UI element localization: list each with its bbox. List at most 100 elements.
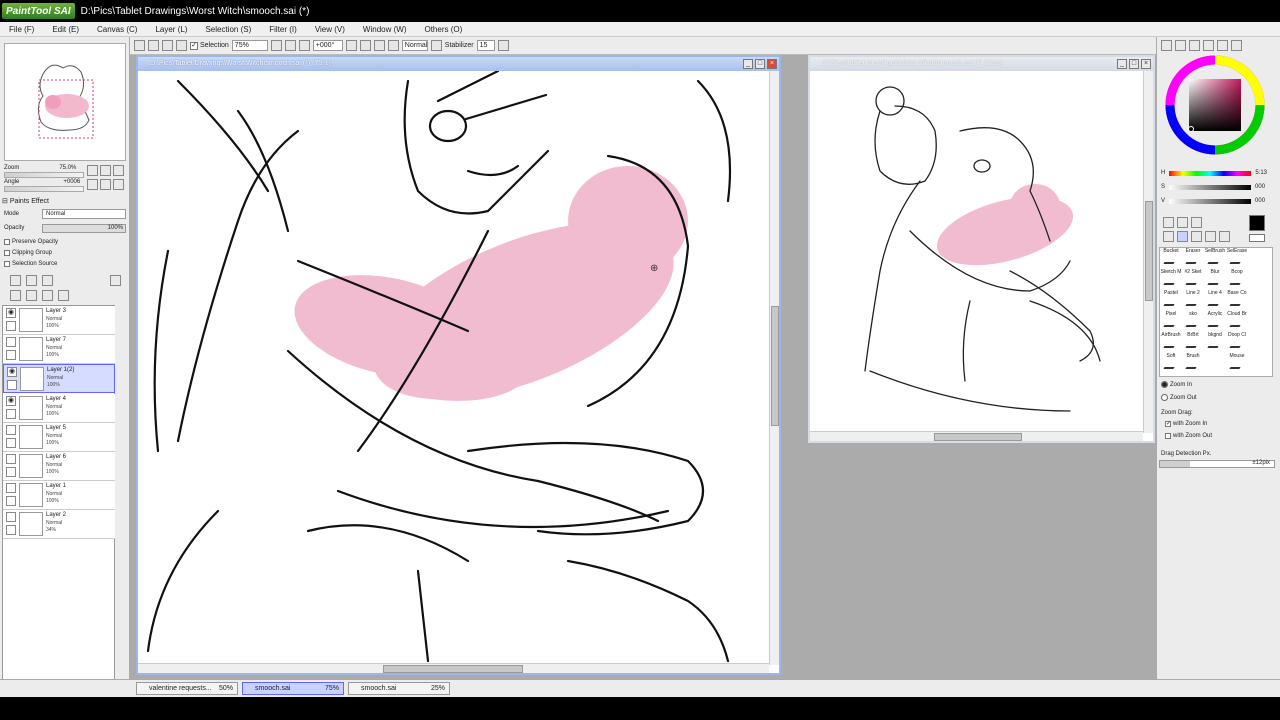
eye-icon[interactable]: ◉	[7, 367, 17, 377]
menu-file[interactable]: File (F)	[0, 25, 43, 34]
nav-rotate-right-icon[interactable]	[100, 179, 111, 190]
tab-valentine-requests[interactable]: valentine requests... 50%	[136, 682, 238, 695]
selection-toggle[interactable]: ✓ Selection	[190, 41, 229, 50]
layer-item-layer-5[interactable]: Layer 5 Normal 100%	[3, 423, 115, 452]
brush-acrylic[interactable]: Acrylic	[1204, 311, 1226, 332]
color-wheel[interactable]	[1165, 55, 1265, 155]
rotate-reset-icon[interactable]	[373, 40, 385, 51]
zoom-field[interactable]: 75%	[231, 40, 268, 51]
stabilizer-icon[interactable]	[430, 40, 442, 51]
brush-2-sket[interactable]: #2 Sket	[1182, 269, 1204, 290]
eye-icon[interactable]	[6, 512, 16, 522]
maximize-icon[interactable]: □	[1129, 59, 1139, 69]
menu-filter[interactable]: Filter (I)	[260, 25, 306, 34]
maximize-icon[interactable]: □	[755, 59, 765, 69]
nav-zoom-reset-icon[interactable]	[113, 165, 124, 176]
clear-layer-icon[interactable]	[42, 290, 53, 301]
clipping-group-toggle[interactable]: Clipping Group	[4, 250, 52, 256]
stabilizer-field[interactable]: 15	[476, 40, 495, 51]
eye-icon[interactable]: ◉	[6, 308, 16, 318]
secondary-color-swatch[interactable]	[1249, 234, 1265, 242]
layer-panel-menu-icon[interactable]	[110, 275, 121, 286]
drag-detection-slider[interactable]: ±12pix	[1159, 460, 1275, 468]
brush-line-2[interactable]: Line 2	[1182, 290, 1204, 311]
layer-item-layer-6[interactable]: Layer 6 Normal 100%	[3, 452, 115, 481]
transfer-down-icon[interactable]	[10, 290, 21, 301]
nav-angle-slider[interactable]	[4, 186, 84, 192]
drawing-canvas[interactable]: ⊕	[138, 71, 769, 665]
zoom-in-option[interactable]: Zoom In	[1161, 381, 1192, 388]
menu-canvas[interactable]: Canvas (C)	[88, 25, 146, 34]
stabilizer-dropdown-icon[interactable]	[497, 40, 509, 51]
brush-pastel[interactable]: Pastel	[1160, 290, 1182, 311]
brush-empty-slot[interactable]	[1204, 353, 1226, 374]
layer-item-layer-7[interactable]: Layer 7 Normal 100%	[3, 335, 115, 364]
magic-wand-icon[interactable]	[1191, 217, 1202, 228]
secondary-vscroll-thumb[interactable]	[1145, 201, 1153, 301]
scratchpad-tab-icon[interactable]	[1217, 40, 1228, 51]
zoom-in-icon[interactable]	[284, 40, 296, 51]
brush-pixel[interactable]: Pixel	[1160, 311, 1182, 332]
rotate-left-icon[interactable]	[345, 40, 357, 51]
brush-bcop[interactable]: Bcop	[1226, 269, 1248, 290]
nav-zoom-slider[interactable]	[4, 172, 84, 178]
nav-zoom-out-icon[interactable]	[87, 165, 98, 176]
secondary-hscroll-thumb[interactable]	[934, 433, 1022, 441]
brush-blur[interactable]: Blur	[1204, 269, 1226, 290]
invert-selection-icon[interactable]	[162, 40, 173, 51]
mode-select[interactable]: Normal	[42, 209, 126, 219]
rgb-slider-tab-icon[interactable]	[1175, 40, 1186, 51]
main-vertical-scrollbar[interactable]	[769, 71, 779, 665]
nav-zoom-in-icon[interactable]	[100, 165, 111, 176]
brush-bucket[interactable]: Bucket	[1160, 248, 1182, 269]
hsv-slider-tab-icon[interactable]	[1189, 40, 1200, 51]
eye-icon[interactable]	[6, 454, 16, 464]
brush-cloud-br[interactable]: Cloud Br	[1226, 311, 1248, 332]
eye-icon[interactable]: ◉	[6, 396, 16, 406]
secondary-vertical-scrollbar[interactable]	[1143, 71, 1153, 433]
brush-sko[interactable]: sko	[1182, 311, 1204, 332]
menu-layer[interactable]: Layer (L)	[146, 25, 196, 34]
nav-rotate-reset-icon[interactable]	[113, 179, 124, 190]
layer-item-layer-2[interactable]: Layer 2 Normal 34%	[3, 510, 115, 539]
menu-view[interactable]: View (V)	[306, 25, 354, 34]
main-hscroll-thumb[interactable]	[383, 665, 523, 673]
zoom-tool-icon[interactable]	[1177, 231, 1188, 242]
pen-icon[interactable]	[7, 380, 17, 390]
brush-doop-cl[interactable]: Doop Cl	[1226, 332, 1248, 353]
crop-icon[interactable]	[176, 40, 187, 51]
menu-window[interactable]: Window (W)	[354, 25, 416, 34]
opacity-slider[interactable]: 100%	[42, 224, 126, 233]
move-tool-icon[interactable]	[1163, 231, 1174, 242]
layer-item-layer-1-2[interactable]: ◉ Layer 1(2) Normal 100%	[3, 364, 115, 393]
paints-effect-header[interactable]: ⊟ Paints Effect	[2, 197, 49, 205]
minimize-icon[interactable]: _	[743, 59, 753, 69]
menu-edit[interactable]: Edit (E)	[43, 25, 88, 34]
rotate-tool-icon[interactable]	[1191, 231, 1202, 242]
main-horizontal-scrollbar[interactable]	[138, 663, 769, 673]
brush-eraser[interactable]: Eraser	[1182, 248, 1204, 269]
minimize-icon[interactable]: _	[1117, 59, 1127, 69]
brush-mouse[interactable]: Mouse	[1226, 353, 1248, 374]
brush-base-co[interactable]: Base Co	[1226, 290, 1248, 311]
flip-icon[interactable]	[387, 40, 399, 51]
hue-slider[interactable]	[1169, 170, 1252, 176]
color-wheel-tab-icon[interactable]	[1161, 40, 1172, 51]
primary-color-swatch[interactable]	[1249, 215, 1265, 231]
rotate-right-icon[interactable]	[359, 40, 371, 51]
main-vscroll-thumb[interactable]	[771, 306, 779, 426]
brush-brush[interactable]: Brush	[1182, 353, 1204, 374]
tab-smooch-75[interactable]: smooch.sai 75%	[242, 682, 344, 695]
layer-item-layer-1[interactable]: Layer 1 Normal 100%	[3, 481, 115, 510]
nav-rotate-left-icon[interactable]	[87, 179, 98, 190]
brush-soft[interactable]: Soft	[1160, 353, 1182, 374]
new-folder-icon[interactable]	[42, 275, 53, 286]
swatches-tab-icon[interactable]	[1203, 40, 1214, 51]
eye-icon[interactable]	[6, 483, 16, 493]
mixer-tab-icon[interactable]	[1231, 40, 1242, 51]
select-all-icon[interactable]	[134, 40, 145, 51]
hand-tool-icon[interactable]	[1205, 231, 1216, 242]
lock-icon[interactable]	[6, 525, 16, 535]
eyedropper-icon[interactable]	[1219, 231, 1230, 242]
zoom-reset-icon[interactable]	[298, 40, 310, 51]
